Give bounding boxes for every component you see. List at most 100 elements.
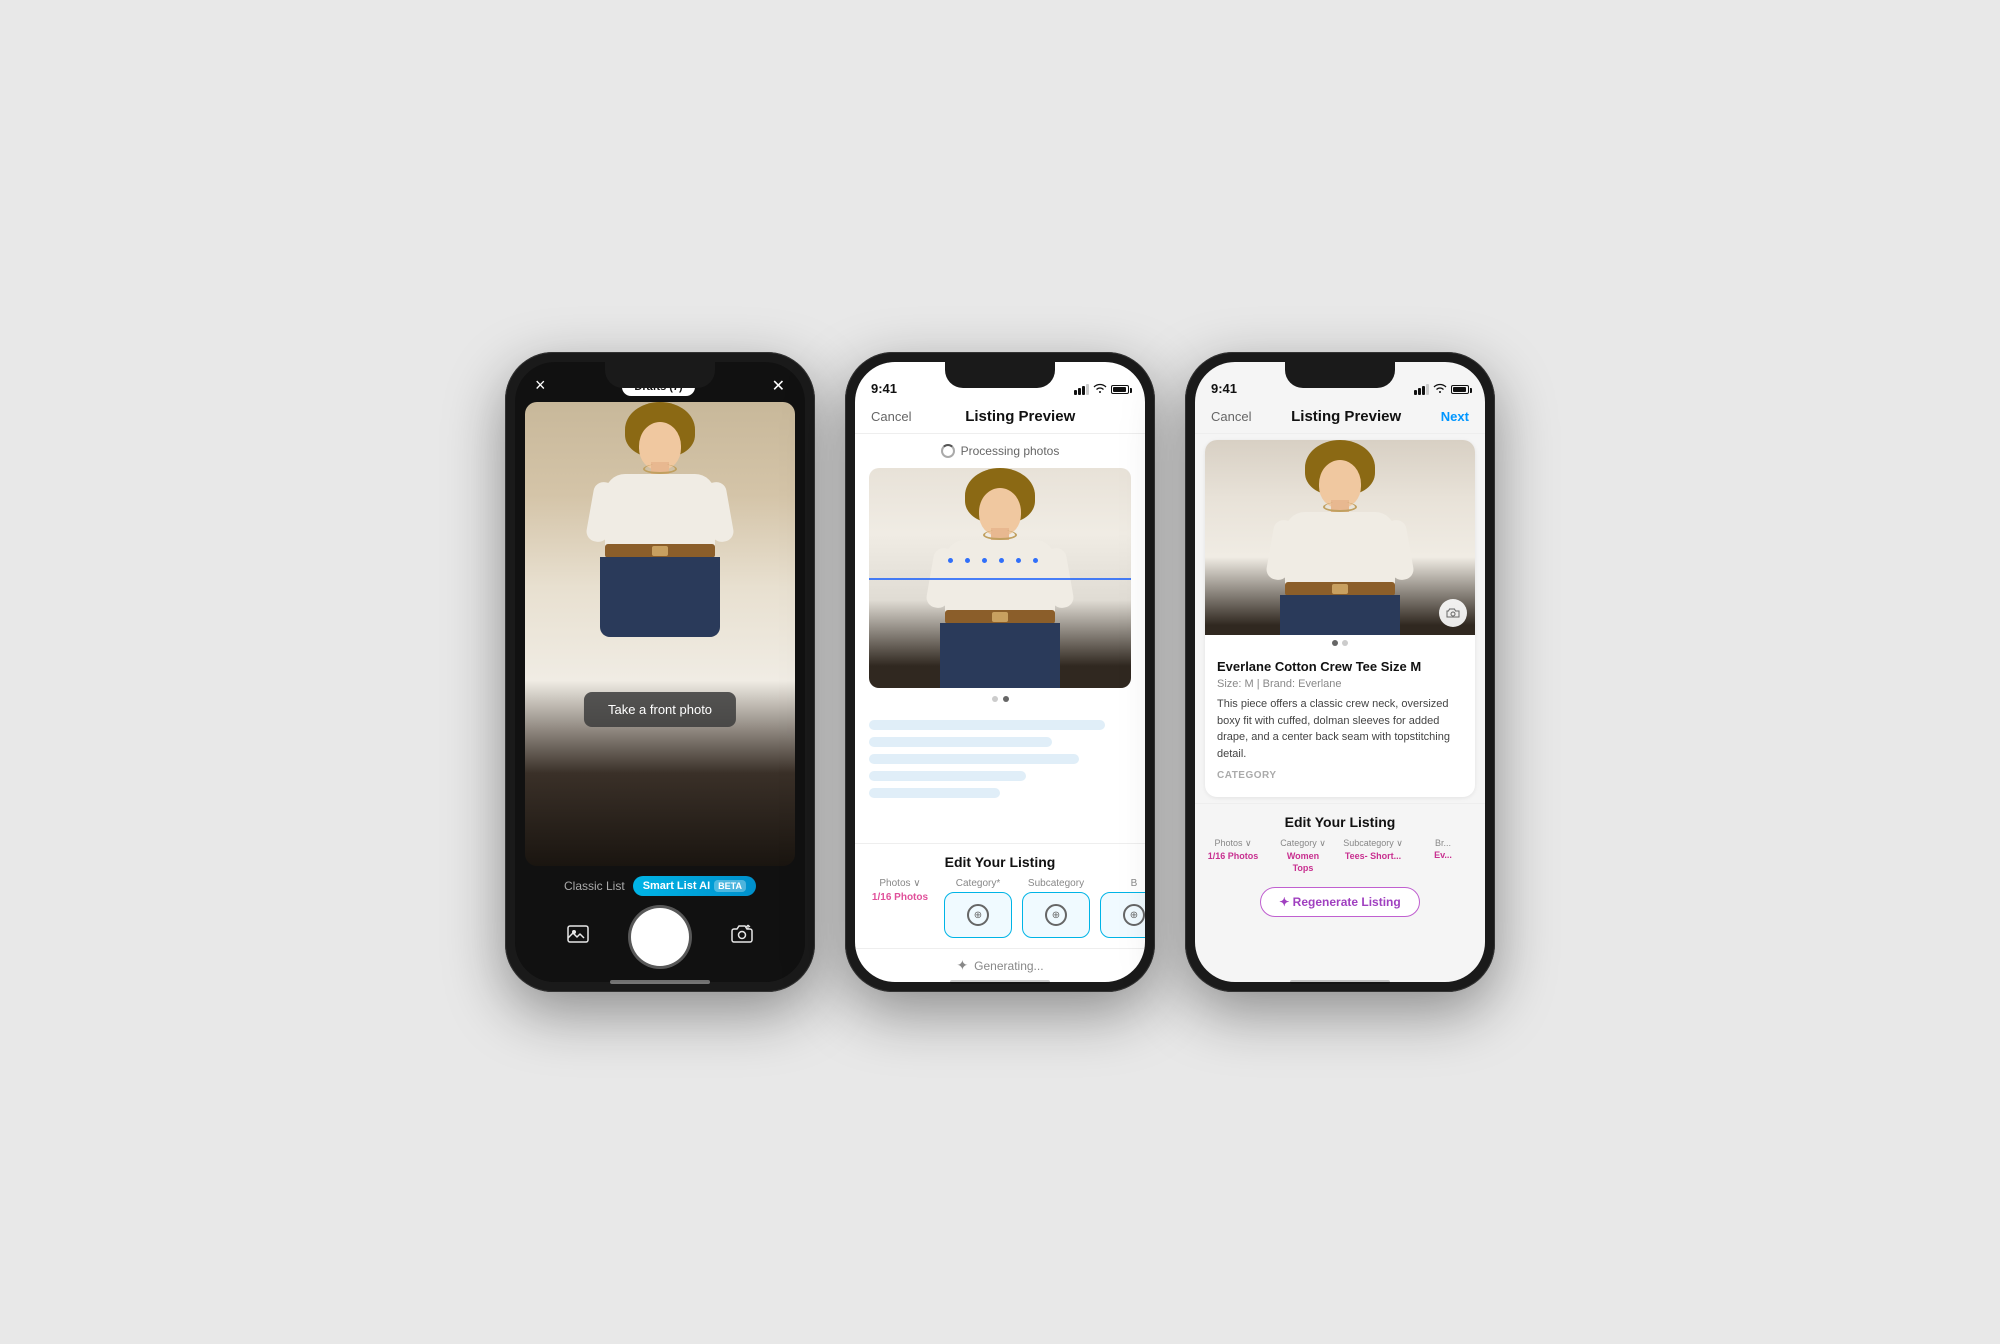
scan-dot xyxy=(1016,558,1021,563)
tab-photos-label: Photos ∨ xyxy=(879,878,920,889)
processing-bar: Processing photos xyxy=(855,434,1145,468)
skeleton-line xyxy=(869,788,1000,798)
skeleton-line xyxy=(869,737,1052,747)
skeleton-line xyxy=(869,720,1105,730)
scan-dot xyxy=(965,558,970,563)
tab-brand-icon: ⊕ xyxy=(1123,904,1145,926)
notch-3 xyxy=(1285,362,1395,388)
smart-list-button[interactable]: Smart List AI BETA xyxy=(633,876,756,896)
home-indicator-3 xyxy=(1290,980,1390,984)
listing-info: Everlane Cotton Crew Tee Size M Size: M … xyxy=(1205,651,1475,797)
notch xyxy=(605,362,715,388)
tab3-category[interactable]: Category ∨ Women Tops xyxy=(1271,838,1335,873)
skeleton-section xyxy=(855,710,1145,808)
tab-subcategory-box: ⊕ xyxy=(1022,892,1090,938)
belt-buckle-2 xyxy=(992,612,1008,622)
carousel-dot-active[interactable] xyxy=(1003,696,1009,702)
tab3-subcategory-value: Tees- Short... xyxy=(1345,851,1401,861)
tab-subcategory-icon: ⊕ xyxy=(1045,904,1067,926)
page-title: Listing Preview xyxy=(965,408,1075,425)
menu-icon[interactable]: ✕ xyxy=(772,376,785,396)
camera-badge[interactable] xyxy=(1439,599,1467,627)
tab-category-icon: ⊕ xyxy=(967,904,989,926)
phone-processing: 9:41 xyxy=(845,352,1155,992)
beta-badge: BETA xyxy=(714,880,746,892)
scan-dots xyxy=(948,558,1105,563)
listing-toggle: Classic List Smart List AI BETA xyxy=(515,876,805,896)
home-indicator-2 xyxy=(950,980,1050,984)
tab-photos-value: 1/16 Photos xyxy=(872,892,928,903)
tab-photos[interactable]: Photos ∨ 1/16 Photos xyxy=(865,878,935,938)
tab3-photos-value: 1/16 Photos xyxy=(1208,851,1259,861)
person-art-3 xyxy=(1205,440,1475,635)
next-button-3[interactable]: Next xyxy=(1441,409,1469,424)
shutter-button[interactable] xyxy=(631,908,689,966)
belt-buckle xyxy=(652,546,668,556)
shirt-3 xyxy=(1285,512,1395,592)
tab-brand-box: ⊕ xyxy=(1100,892,1145,938)
scan-dot xyxy=(999,558,1004,563)
listing-dot-1[interactable] xyxy=(1332,640,1338,646)
phone-camera: × Drafts (7) ✕ xyxy=(505,352,815,992)
gallery-icon[interactable] xyxy=(566,922,590,952)
tab3-brand-label: Br... xyxy=(1435,838,1451,848)
edit-tabs-3: Photos ∨ 1/16 Photos Category ∨ Women To… xyxy=(1195,838,1485,881)
jeans-3 xyxy=(1280,595,1400,635)
edit-listing-section: Edit Your Listing Photos ∨ 1/16 Photos C… xyxy=(855,843,1145,982)
generating-label: Generating... xyxy=(974,959,1043,973)
close-icon[interactable]: × xyxy=(535,375,546,396)
edit-tabs: Photos ∨ 1/16 Photos Category* ⊕ S xyxy=(855,878,1145,948)
carousel-dots xyxy=(855,688,1145,710)
smart-list-label: Smart List AI xyxy=(643,880,710,892)
listing-card: Everlane Cotton Crew Tee Size M Size: M … xyxy=(1205,440,1475,797)
necklace-2 xyxy=(983,530,1017,540)
spinner-icon xyxy=(941,444,955,458)
cancel-button-3[interactable]: Cancel xyxy=(1211,409,1251,424)
status-icons-3 xyxy=(1414,383,1469,396)
listing-dots xyxy=(1205,635,1475,651)
scan-dot xyxy=(982,558,987,563)
person-art xyxy=(525,402,795,866)
processing-label: Processing photos xyxy=(961,444,1060,458)
shirt-2 xyxy=(945,540,1055,620)
scan-line xyxy=(869,578,1131,580)
phone-listing: 9:41 xyxy=(1185,352,1495,992)
tab3-photos-label: Photos ∨ xyxy=(1214,838,1251,849)
camera-flip-icon[interactable] xyxy=(730,922,754,952)
tab-brand[interactable]: B ⊕ xyxy=(1099,878,1145,938)
battery-icon xyxy=(1111,385,1129,394)
tab3-category-label: Category ∨ xyxy=(1280,838,1326,849)
notch xyxy=(945,362,1055,388)
tab3-brand-value: Ev... xyxy=(1434,850,1452,860)
edit-listing-title: Edit Your Listing xyxy=(855,844,1145,878)
page-title-3: Listing Preview xyxy=(1291,408,1401,425)
preview-image xyxy=(869,468,1131,688)
status-time: 9:41 xyxy=(871,381,897,396)
generating-bar: ✦ Generating... xyxy=(855,948,1145,982)
tab3-category-value: Women xyxy=(1287,851,1319,861)
tab3-category-sub: Tops xyxy=(1293,863,1314,873)
camera-image: Take a front photo xyxy=(525,402,795,866)
scan-dot xyxy=(948,558,953,563)
shirt xyxy=(605,474,715,554)
tab3-subcategory[interactable]: Subcategory ∨ Tees- Short... xyxy=(1341,838,1405,873)
tab-category[interactable]: Category* ⊕ xyxy=(943,878,1013,938)
tab3-brand[interactable]: Br... Ev... xyxy=(1411,838,1475,873)
tab-subcategory[interactable]: Subcategory ⊕ xyxy=(1021,878,1091,938)
edit-listing-title-3: Edit Your Listing xyxy=(1195,804,1485,838)
cancel-button[interactable]: Cancel xyxy=(871,409,911,424)
skeleton-line xyxy=(869,771,1026,781)
camera-bottom: Classic List Smart List AI BETA xyxy=(515,866,805,982)
camera-viewfinder: Take a front photo xyxy=(525,402,795,866)
wifi-icon xyxy=(1093,383,1107,396)
tab-subcategory-label: Subcategory xyxy=(1028,878,1084,889)
tab3-photos[interactable]: Photos ∨ 1/16 Photos xyxy=(1201,838,1265,873)
phones-container: × Drafts (7) ✕ xyxy=(505,352,1495,992)
listing-dot-2[interactable] xyxy=(1342,640,1348,646)
tab-category-label: Category* xyxy=(956,878,1000,889)
carousel-dot[interactable] xyxy=(992,696,998,702)
status-icons xyxy=(1074,383,1129,396)
regenerate-button[interactable]: ✦ Regenerate Listing xyxy=(1260,887,1419,917)
classic-list-label: Classic List xyxy=(564,879,625,893)
signal-icon xyxy=(1074,384,1089,395)
